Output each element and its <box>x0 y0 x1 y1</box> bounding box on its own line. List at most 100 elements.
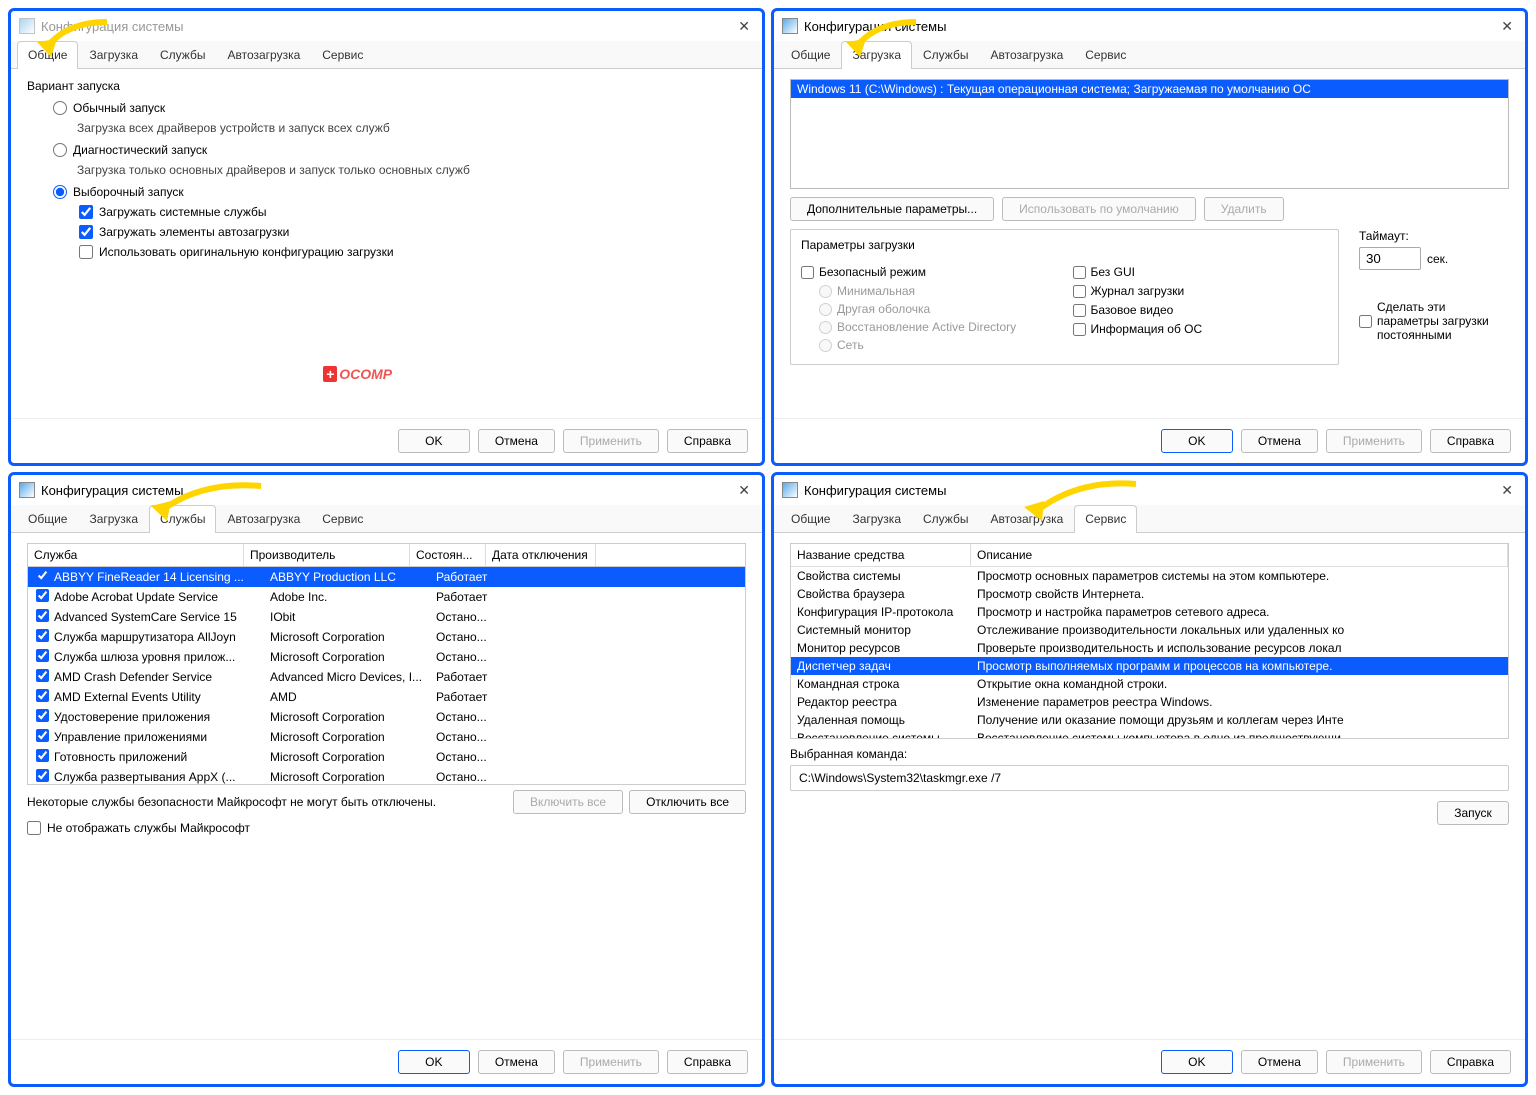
tools-table[interactable]: Название средства Описание Свойства сист… <box>790 543 1509 739</box>
table-row[interactable]: Служба развертывания AppX (... Microsoft… <box>28 767 745 785</box>
tool-row[interactable]: Системный мониторОтслеживание производит… <box>791 621 1509 639</box>
tab-boot[interactable]: Загрузка <box>841 41 912 69</box>
table-row[interactable]: AMD Crash Defender Service Advanced Micr… <box>28 667 745 687</box>
table-row[interactable]: Advanced SystemCare Service 15 IObit Ост… <box>28 607 745 627</box>
tab-startup[interactable]: Автозагрузка <box>979 41 1074 68</box>
check-system-services[interactable]: Загружать системные службы <box>79 205 746 219</box>
row-checkbox[interactable] <box>36 629 49 642</box>
check-permanent[interactable]: Сделать эти параметры загрузки постоянны… <box>1359 300 1509 342</box>
services-table[interactable]: Служба Производитель Состоян... Дата отк… <box>27 543 746 785</box>
table-row[interactable]: AMD External Events Utility AMD Работает <box>28 687 745 707</box>
tab-services[interactable]: Службы <box>149 41 216 68</box>
row-checkbox[interactable] <box>36 749 49 762</box>
col-mfr[interactable]: Производитель <box>244 544 410 566</box>
tab-boot[interactable]: Загрузка <box>841 505 912 532</box>
table-row[interactable]: Служба маршрутизатора AllJoyn Microsoft … <box>28 627 745 647</box>
check-safe-mode[interactable]: Безопасный режим <box>801 265 1057 279</box>
tab-general[interactable]: Общие <box>780 505 841 532</box>
row-checkbox[interactable] <box>36 589 49 602</box>
check-osinfo[interactable]: Информация об ОС <box>1073 322 1329 336</box>
table-row[interactable]: Adobe Acrobat Update Service Adobe Inc. … <box>28 587 745 607</box>
tab-general[interactable]: Общие <box>780 41 841 68</box>
ok-button[interactable]: OK <box>1161 429 1233 453</box>
tab-tools[interactable]: Сервис <box>311 505 374 532</box>
advanced-button[interactable]: Дополнительные параметры... <box>790 197 994 221</box>
ok-button[interactable]: OK <box>398 1050 470 1074</box>
help-button[interactable]: Справка <box>667 1050 748 1074</box>
help-button[interactable]: Справка <box>1430 429 1511 453</box>
check-bootlog[interactable]: Журнал загрузки <box>1073 284 1329 298</box>
cancel-button[interactable]: Отмена <box>1241 1050 1318 1074</box>
help-button[interactable]: Справка <box>667 429 748 453</box>
timeout-input[interactable] <box>1359 247 1421 270</box>
col-state[interactable]: Состоян... <box>410 544 486 566</box>
tab-startup[interactable]: Автозагрузка <box>216 505 311 532</box>
row-checkbox[interactable] <box>36 729 49 742</box>
tab-startup[interactable]: Автозагрузка <box>216 41 311 68</box>
default-button[interactable]: Использовать по умолчанию <box>1002 197 1196 221</box>
close-icon[interactable]: ✕ <box>1497 482 1517 499</box>
cancel-button[interactable]: Отмена <box>478 429 555 453</box>
ok-button[interactable]: OK <box>1161 1050 1233 1074</box>
tab-boot[interactable]: Загрузка <box>78 41 149 68</box>
titlebar[interactable]: Конфигурация системы ✕ <box>774 11 1525 41</box>
table-row[interactable]: ABBYY FineReader 14 Licensing ... ABBYY … <box>28 567 745 587</box>
tool-row[interactable]: Редактор реестраИзменение параметров рее… <box>791 693 1509 711</box>
table-row[interactable]: Служба шлюза уровня прилож... Microsoft … <box>28 647 745 667</box>
cancel-button[interactable]: Отмена <box>478 1050 555 1074</box>
ok-button[interactable]: OK <box>398 429 470 453</box>
row-checkbox[interactable] <box>36 649 49 662</box>
col-date[interactable]: Дата отключения <box>486 544 596 566</box>
check-original-boot[interactable]: Использовать оригинальную конфигурацию з… <box>79 245 746 259</box>
tool-row[interactable]: Командная строкаОткрытие окна командной … <box>791 675 1509 693</box>
tab-boot[interactable]: Загрузка <box>78 505 149 532</box>
tool-row[interactable]: Конфигурация IP-протоколаПросмотр и наст… <box>791 603 1509 621</box>
tab-general[interactable]: Общие <box>17 41 78 69</box>
os-entry[interactable]: Windows 11 (C:\Windows) : Текущая операц… <box>791 80 1508 98</box>
tab-tools[interactable]: Сервис <box>1074 505 1137 533</box>
table-row[interactable]: Управление приложениями Microsoft Corpor… <box>28 727 745 747</box>
apply-button[interactable]: Применить <box>563 1050 659 1074</box>
check-startup-items[interactable]: Загружать элементы автозагрузки <box>79 225 746 239</box>
row-checkbox[interactable] <box>36 709 49 722</box>
cancel-button[interactable]: Отмена <box>1241 429 1318 453</box>
radio-selective[interactable]: Выборочный запуск <box>53 185 746 199</box>
tool-row[interactable]: Удаленная помощьПолучение или оказание п… <box>791 711 1509 729</box>
radio-normal[interactable]: Обычный запуск <box>53 101 746 115</box>
tab-services[interactable]: Службы <box>912 505 979 532</box>
titlebar[interactable]: Конфигурация системы ✕ <box>11 475 762 505</box>
os-listbox[interactable]: Windows 11 (C:\Windows) : Текущая операц… <box>790 79 1509 189</box>
launch-button[interactable]: Запуск <box>1437 801 1509 825</box>
tab-services[interactable]: Службы <box>912 41 979 68</box>
titlebar[interactable]: Конфигурация системы ✕ <box>11 11 762 41</box>
disable-all-button[interactable]: Отключить все <box>629 790 746 814</box>
radio-diagnostic[interactable]: Диагностический запуск <box>53 143 746 157</box>
col-desc[interactable]: Описание <box>971 544 1508 566</box>
tab-tools[interactable]: Сервис <box>311 41 374 68</box>
close-icon[interactable]: ✕ <box>1497 18 1517 35</box>
enable-all-button[interactable]: Включить все <box>513 790 623 814</box>
tool-row[interactable]: Монитор ресурсовПроверьте производительн… <box>791 639 1509 657</box>
tool-row[interactable]: Восстановление системыВосстановление сис… <box>791 729 1509 739</box>
row-checkbox[interactable] <box>36 609 49 622</box>
row-checkbox[interactable] <box>36 689 49 702</box>
table-row[interactable]: Удостоверение приложения Microsoft Corpo… <box>28 707 745 727</box>
apply-button[interactable]: Применить <box>1326 429 1422 453</box>
check-hide-ms[interactable]: Не отображать службы Майкрософт <box>27 821 746 835</box>
table-row[interactable]: Готовность приложений Microsoft Corporat… <box>28 747 745 767</box>
tool-row[interactable]: Диспетчер задачПросмотр выполняемых прог… <box>791 657 1509 675</box>
row-checkbox[interactable] <box>36 769 49 782</box>
apply-button[interactable]: Применить <box>1326 1050 1422 1074</box>
tab-general[interactable]: Общие <box>17 505 78 532</box>
tab-tools[interactable]: Сервис <box>1074 41 1137 68</box>
close-icon[interactable]: ✕ <box>734 18 754 35</box>
row-checkbox[interactable] <box>36 569 49 582</box>
tab-startup[interactable]: Автозагрузка <box>979 505 1074 532</box>
titlebar[interactable]: Конфигурация системы ✕ <box>774 475 1525 505</box>
row-checkbox[interactable] <box>36 669 49 682</box>
close-icon[interactable]: ✕ <box>734 482 754 499</box>
delete-button[interactable]: Удалить <box>1204 197 1284 221</box>
col-service[interactable]: Служба <box>28 544 244 566</box>
tool-row[interactable]: Свойства браузераПросмотр свойств Интерн… <box>791 585 1509 603</box>
help-button[interactable]: Справка <box>1430 1050 1511 1074</box>
